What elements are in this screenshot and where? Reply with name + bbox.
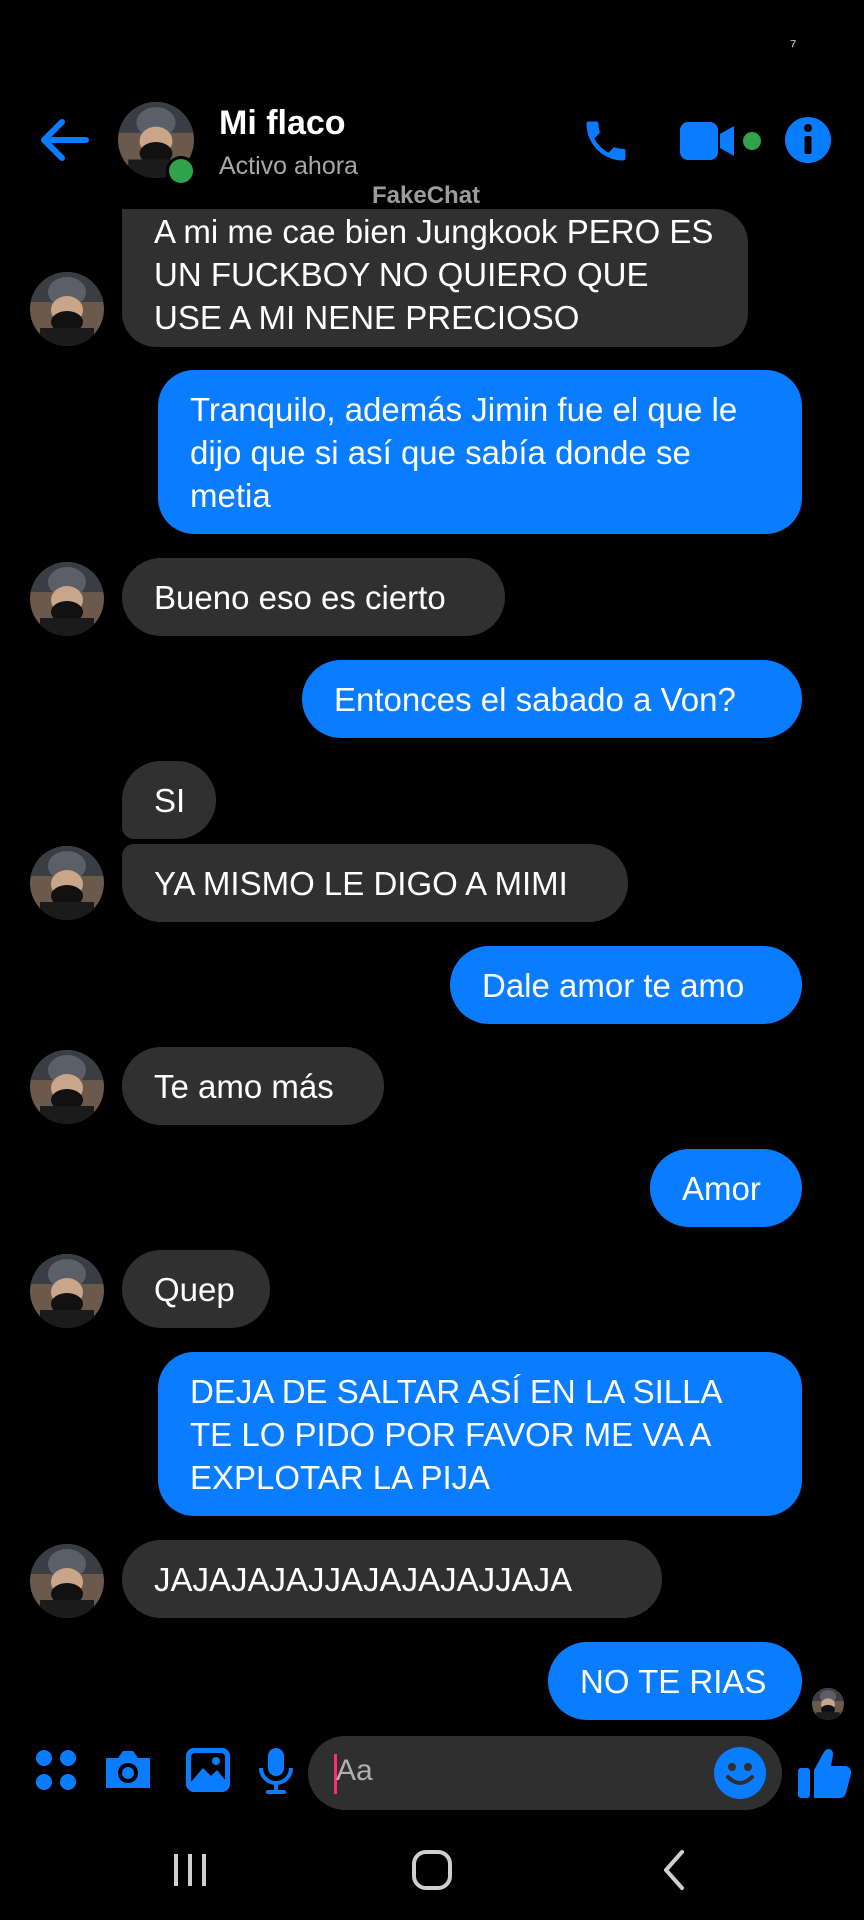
apps-icon[interactable]	[26, 1740, 86, 1800]
message-outgoing[interactable]: Amor	[650, 1149, 802, 1227]
message-outgoing[interactable]: DEJA DE SALTAR ASÍ EN LA SILLA TE LO PID…	[158, 1352, 802, 1516]
phone-icon[interactable]	[580, 115, 632, 167]
contact-avatar	[30, 846, 104, 920]
info-icon[interactable]	[784, 116, 832, 164]
back-arrow-icon[interactable]	[40, 118, 90, 162]
message-incoming[interactable]: Bueno eso es cierto	[122, 558, 505, 636]
message-incoming[interactable]: JAJAJAJAJJAJAJAJAJJAJA	[122, 1540, 662, 1618]
message-incoming[interactable]: SI	[122, 761, 216, 839]
message-outgoing[interactable]: Entonces el sabado a Von?	[302, 660, 802, 738]
contact-name[interactable]: Mi flaco	[219, 104, 346, 143]
status-indicator: ⁷	[790, 36, 797, 56]
contact-avatar	[30, 272, 104, 346]
online-indicator	[166, 156, 196, 186]
contact-avatar	[30, 1050, 104, 1124]
emoji-icon[interactable]	[712, 1745, 768, 1801]
microphone-icon[interactable]	[246, 1740, 306, 1800]
contact-avatar	[30, 1544, 104, 1618]
thumbs-up-icon[interactable]	[796, 1744, 852, 1800]
camera-icon[interactable]	[98, 1740, 158, 1800]
seen-avatar	[812, 1688, 844, 1720]
gallery-icon[interactable]	[178, 1740, 238, 1800]
message-incoming[interactable]: A mi me cae bien Jungkook PERO ES UN FUC…	[122, 209, 748, 347]
contact-avatar	[30, 562, 104, 636]
back-nav-icon[interactable]	[656, 1842, 692, 1898]
message-incoming[interactable]: YA MISMO LE DIGO A MIMI	[122, 844, 628, 922]
video-camera-icon[interactable]	[678, 118, 768, 164]
home-icon[interactable]	[408, 1842, 456, 1898]
contact-avatar	[30, 1254, 104, 1328]
message-input[interactable]	[308, 1736, 782, 1810]
message-outgoing[interactable]: Tranquilo, además Jimin fue el que le di…	[158, 370, 802, 534]
recent-apps-icon[interactable]	[170, 1842, 210, 1898]
message-placeholder: Aa	[336, 1754, 373, 1787]
contact-status: Activo ahora	[219, 152, 358, 180]
message-outgoing[interactable]: Dale amor te amo	[450, 946, 802, 1024]
message-incoming[interactable]: Quep	[122, 1250, 270, 1328]
message-incoming[interactable]: Te amo más	[122, 1047, 384, 1125]
watermark: FakeChat	[372, 182, 481, 209]
message-outgoing[interactable]: NO TE RIAS	[548, 1642, 802, 1720]
